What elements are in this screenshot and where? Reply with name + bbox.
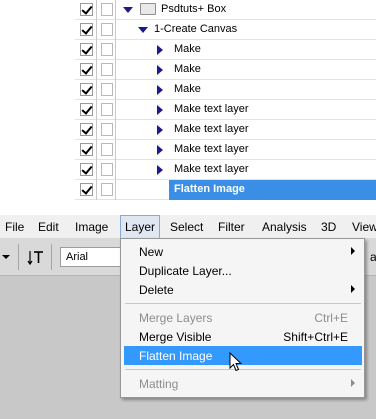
menu-item-delete[interactable]: Delete — [124, 280, 362, 299]
menu-item-flatten-image[interactable]: Flatten Image — [124, 346, 362, 365]
collapsed-triangle-icon[interactable] — [157, 125, 163, 135]
action-label: Make — [174, 43, 201, 55]
collapsed-triangle-icon[interactable] — [157, 45, 163, 55]
mouse-pointer-icon — [229, 351, 243, 376]
action-label: Make — [174, 63, 201, 75]
collapsed-triangle-icon[interactable] — [157, 165, 163, 175]
expand-triangle-icon[interactable] — [123, 7, 133, 13]
menu-filter[interactable]: Filter — [214, 215, 249, 239]
checkmark-icon[interactable] — [80, 123, 93, 136]
action-label: Make — [174, 83, 201, 95]
menu-3d[interactable]: 3D — [317, 215, 340, 239]
action-step-row[interactable]: Make text layer — [75, 120, 376, 140]
menu-item-matting[interactable]: Matting — [124, 374, 362, 393]
action-set-row[interactable]: Psdtuts+ Box — [75, 0, 376, 20]
dialog-toggle-icon[interactable] — [101, 123, 113, 136]
menu-item-merge-layers[interactable]: Merge Layers Ctrl+E — [124, 308, 362, 327]
action-step-row[interactable]: Make — [75, 80, 376, 100]
action-label: Make text layer — [174, 143, 249, 155]
dialog-toggle-icon[interactable] — [101, 23, 113, 36]
menu-layer[interactable]: Layer — [120, 215, 161, 239]
dialog-toggle-icon[interactable] — [101, 3, 113, 16]
checkmark-icon[interactable] — [80, 3, 93, 16]
submenu-arrow-icon — [351, 379, 355, 387]
menu-view[interactable]: View — [348, 215, 376, 239]
action-row[interactable]: 1-Create Canvas — [75, 20, 376, 40]
action-label: Make text layer — [174, 163, 249, 175]
submenu-arrow-icon — [351, 247, 355, 255]
action-step-row[interactable]: Make text layer — [75, 100, 376, 120]
submenu-arrow-icon — [351, 285, 355, 293]
checkmark-icon[interactable] — [80, 63, 93, 76]
dialog-toggle-icon[interactable] — [101, 43, 113, 56]
dialog-toggle-icon[interactable] — [101, 163, 113, 176]
action-step-row[interactable]: Make text layer — [75, 160, 376, 180]
folder-icon — [140, 3, 156, 15]
menu-select[interactable]: Select — [166, 215, 207, 239]
collapsed-triangle-icon[interactable] — [157, 65, 163, 75]
divider — [18, 244, 19, 270]
checkmark-icon[interactable] — [80, 43, 93, 56]
menu-separator — [125, 369, 361, 370]
dialog-toggle-icon[interactable] — [101, 63, 113, 76]
action-step-row[interactable]: Make — [75, 60, 376, 80]
collapsed-triangle-icon[interactable] — [157, 105, 163, 115]
menu-analysis[interactable]: Analysis — [258, 215, 311, 239]
menu-edit[interactable]: Edit — [34, 215, 63, 239]
checkmark-icon[interactable] — [80, 183, 93, 196]
checkmark-icon[interactable] — [80, 163, 93, 176]
action-label: Psdtuts+ Box — [161, 3, 227, 15]
partial-label: a — [370, 250, 376, 264]
dialog-toggle-icon[interactable] — [101, 143, 113, 156]
dialog-toggle-icon[interactable] — [101, 103, 113, 116]
font-family-field[interactable]: Arial — [60, 247, 122, 267]
checkmark-icon[interactable] — [80, 23, 93, 36]
dialog-toggle-icon[interactable] — [101, 83, 113, 96]
menu-image[interactable]: Image — [71, 215, 112, 239]
action-label: Make text layer — [174, 123, 249, 135]
menu-separator — [125, 303, 361, 304]
checkmark-icon[interactable] — [80, 83, 93, 96]
action-step-row-selected[interactable]: Flatten Image — [75, 180, 376, 200]
expand-triangle-icon[interactable] — [138, 27, 148, 33]
menu-file[interactable]: File — [1, 215, 28, 239]
menu-bar: File Edit Image Layer Select Filter Anal… — [0, 215, 376, 239]
menu-item-duplicate-layer[interactable]: Duplicate Layer... — [124, 261, 362, 280]
tool-dropdown-arrow-icon[interactable] — [2, 255, 10, 259]
divider — [51, 244, 52, 270]
action-label: Flatten Image — [174, 183, 245, 195]
menu-item-new[interactable]: New — [124, 242, 362, 261]
text-orientation-icon[interactable] — [27, 248, 45, 266]
menu-item-merge-visible[interactable]: Merge Visible Shift+Ctrl+E — [124, 327, 362, 346]
checkmark-icon[interactable] — [80, 143, 93, 156]
checkmark-icon[interactable] — [80, 103, 93, 116]
collapsed-triangle-icon[interactable] — [157, 145, 163, 155]
dialog-toggle-icon[interactable] — [101, 183, 113, 196]
action-label: Make text layer — [174, 103, 249, 115]
action-step-row[interactable]: Make text layer — [75, 140, 376, 160]
actions-panel: Psdtuts+ Box 1-Create Canvas Make Make M… — [0, 0, 376, 200]
action-label: 1-Create Canvas — [154, 23, 238, 35]
action-step-row[interactable]: Make — [75, 40, 376, 60]
collapsed-triangle-icon[interactable] — [157, 85, 163, 95]
